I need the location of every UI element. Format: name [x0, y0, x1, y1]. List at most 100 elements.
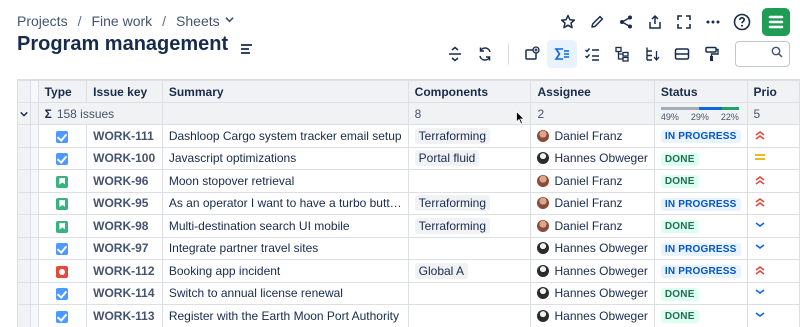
type-cell[interactable] [37, 124, 88, 148]
column-header-status[interactable]: Status [653, 80, 748, 103]
priority-cell[interactable] [746, 304, 800, 327]
components-cell[interactable]: Portal fluid [407, 146, 532, 170]
search-input[interactable] [735, 41, 790, 67]
components-cell[interactable]: Terraforming [407, 214, 532, 238]
hierarchy-icon[interactable] [607, 40, 637, 68]
column-header-assignee[interactable]: Assignee [530, 80, 655, 103]
issue-key-cell[interactable]: WORK-114 [86, 281, 163, 305]
refresh-icon[interactable] [470, 40, 500, 68]
type-cell[interactable] [37, 281, 88, 305]
edit-icon[interactable] [582, 8, 611, 36]
column-header-components[interactable]: Components [407, 80, 532, 103]
export-icon[interactable] [640, 8, 669, 36]
type-cell[interactable] [37, 259, 88, 283]
table-row[interactable]: WORK-97 Integrate partner travel sites H… [17, 236, 800, 260]
column-header-issue-key[interactable]: Issue key [86, 80, 163, 103]
components-cell[interactable] [407, 304, 532, 327]
app-logo[interactable] [762, 8, 790, 36]
assignee-cell[interactable]: Hannes Obweger [530, 281, 655, 305]
breadcrumb-projects[interactable]: Projects [17, 13, 68, 29]
issue-key-cell[interactable]: WORK-97 [86, 236, 163, 260]
summary-cell[interactable]: Multi-destination search UI mobile [161, 214, 409, 238]
status-cell[interactable]: IN PROGRESS [653, 124, 748, 148]
summary-cell[interactable]: Register with the Earth Moon Port Author… [161, 304, 409, 327]
format-painter-icon[interactable] [697, 40, 727, 68]
assignee-cell[interactable]: Daniel Franz [530, 169, 655, 193]
column-header-type[interactable]: Type [37, 80, 88, 103]
type-cell[interactable] [37, 146, 88, 170]
type-cell[interactable] [37, 304, 88, 327]
type-cell[interactable] [37, 191, 88, 215]
status-cell[interactable]: IN PROGRESS [653, 236, 748, 260]
expand-collapse-icon[interactable] [440, 40, 470, 68]
status-cell[interactable]: IN PROGRESS [653, 191, 748, 215]
type-cell[interactable] [37, 236, 88, 260]
issue-key-cell[interactable]: WORK-95 [86, 191, 163, 215]
summary-cell[interactable]: Switch to annual license renewal [161, 281, 409, 305]
components-cell[interactable] [407, 281, 532, 305]
type-cell[interactable] [37, 214, 88, 238]
breadcrumb-fine-work[interactable]: Fine work [91, 13, 152, 29]
status-cell[interactable]: DONE [653, 281, 748, 305]
star-icon[interactable] [553, 8, 582, 36]
share-icon[interactable] [611, 8, 640, 36]
breadcrumb-sheets[interactable]: Sheets [176, 13, 220, 29]
type-cell[interactable] [37, 169, 88, 193]
assignee-cell[interactable]: Daniel Franz [530, 191, 655, 215]
status-cell[interactable]: DONE [653, 169, 748, 193]
fullscreen-icon[interactable] [669, 8, 698, 36]
add-field-icon[interactable] [517, 40, 547, 68]
priority-cell[interactable] [746, 281, 800, 305]
summary-cell[interactable]: Dashloop Cargo system tracker email setu… [161, 124, 409, 148]
column-header-priority[interactable]: Prio [746, 80, 800, 103]
components-cell[interactable]: Terraforming [407, 191, 532, 215]
components-cell[interactable]: Terraforming [407, 124, 532, 148]
table-row[interactable]: WORK-111 Dashloop Cargo system tracker e… [17, 124, 800, 148]
collapse-toggle[interactable] [17, 102, 31, 125]
column-header-summary[interactable]: Summary [161, 80, 409, 103]
summary-cell[interactable]: Moon stopover retrieval [161, 169, 409, 193]
assignee-cell[interactable]: Hannes Obweger [530, 304, 655, 327]
summary-cell[interactable]: As an operator I want to have a turbo bu… [161, 191, 409, 215]
status-cell[interactable]: IN PROGRESS [653, 259, 748, 283]
priority-cell[interactable] [746, 236, 800, 260]
assignee-cell[interactable]: Hannes Obweger [530, 259, 655, 283]
chevron-down-icon[interactable] [224, 15, 234, 27]
table-row[interactable]: WORK-113 Register with the Earth Moon Po… [17, 304, 800, 327]
issue-key-cell[interactable]: WORK-100 [86, 146, 163, 170]
assignee-cell[interactable]: Daniel Franz [530, 124, 655, 148]
summary-cell[interactable]: Integrate partner travel sites [161, 236, 409, 260]
status-cell[interactable]: DONE [653, 304, 748, 327]
summary-cell[interactable]: Booking app incident [161, 259, 409, 283]
assignee-cell[interactable]: Hannes Obweger [530, 236, 655, 260]
issue-key-cell[interactable]: WORK-96 [86, 169, 163, 193]
issue-key-cell[interactable]: WORK-112 [86, 259, 163, 283]
assignee-cell[interactable]: Daniel Franz [530, 214, 655, 238]
priority-cell[interactable] [746, 191, 800, 215]
priority-cell[interactable] [746, 259, 800, 283]
table-row[interactable]: WORK-95 As an operator I want to have a … [17, 191, 800, 215]
issue-key-cell[interactable]: WORK-113 [86, 304, 163, 327]
table-row[interactable]: WORK-112 Booking app incident Global A H… [17, 259, 800, 283]
table-row[interactable]: WORK-96 Moon stopover retrieval Daniel F… [17, 169, 800, 193]
issue-key-cell[interactable]: WORK-98 [86, 214, 163, 238]
table-row[interactable]: WORK-100 Javascript optimizations Portal… [17, 146, 800, 170]
table-row[interactable]: WORK-114 Switch to annual license renewa… [17, 281, 800, 305]
priority-cell[interactable] [746, 169, 800, 193]
sort-tree-icon[interactable] [637, 40, 667, 68]
summary-cell[interactable]: Javascript optimizations [161, 146, 409, 170]
table-row[interactable]: WORK-98 Multi-destination search UI mobi… [17, 214, 800, 238]
issue-key-cell[interactable]: WORK-111 [86, 124, 163, 148]
row-height-icon[interactable] [667, 40, 697, 68]
assignee-cell[interactable]: Hannes Obweger [530, 146, 655, 170]
components-cell[interactable] [407, 236, 532, 260]
components-cell[interactable]: Global A [407, 259, 532, 283]
more-icon[interactable] [698, 8, 727, 36]
status-cell[interactable]: DONE [653, 214, 748, 238]
components-cell[interactable] [407, 169, 532, 193]
priority-cell[interactable] [746, 214, 800, 238]
sum-icon[interactable] [547, 40, 577, 68]
status-cell[interactable]: DONE [653, 146, 748, 170]
priority-cell[interactable] [746, 124, 800, 148]
priority-cell[interactable] [746, 146, 800, 170]
